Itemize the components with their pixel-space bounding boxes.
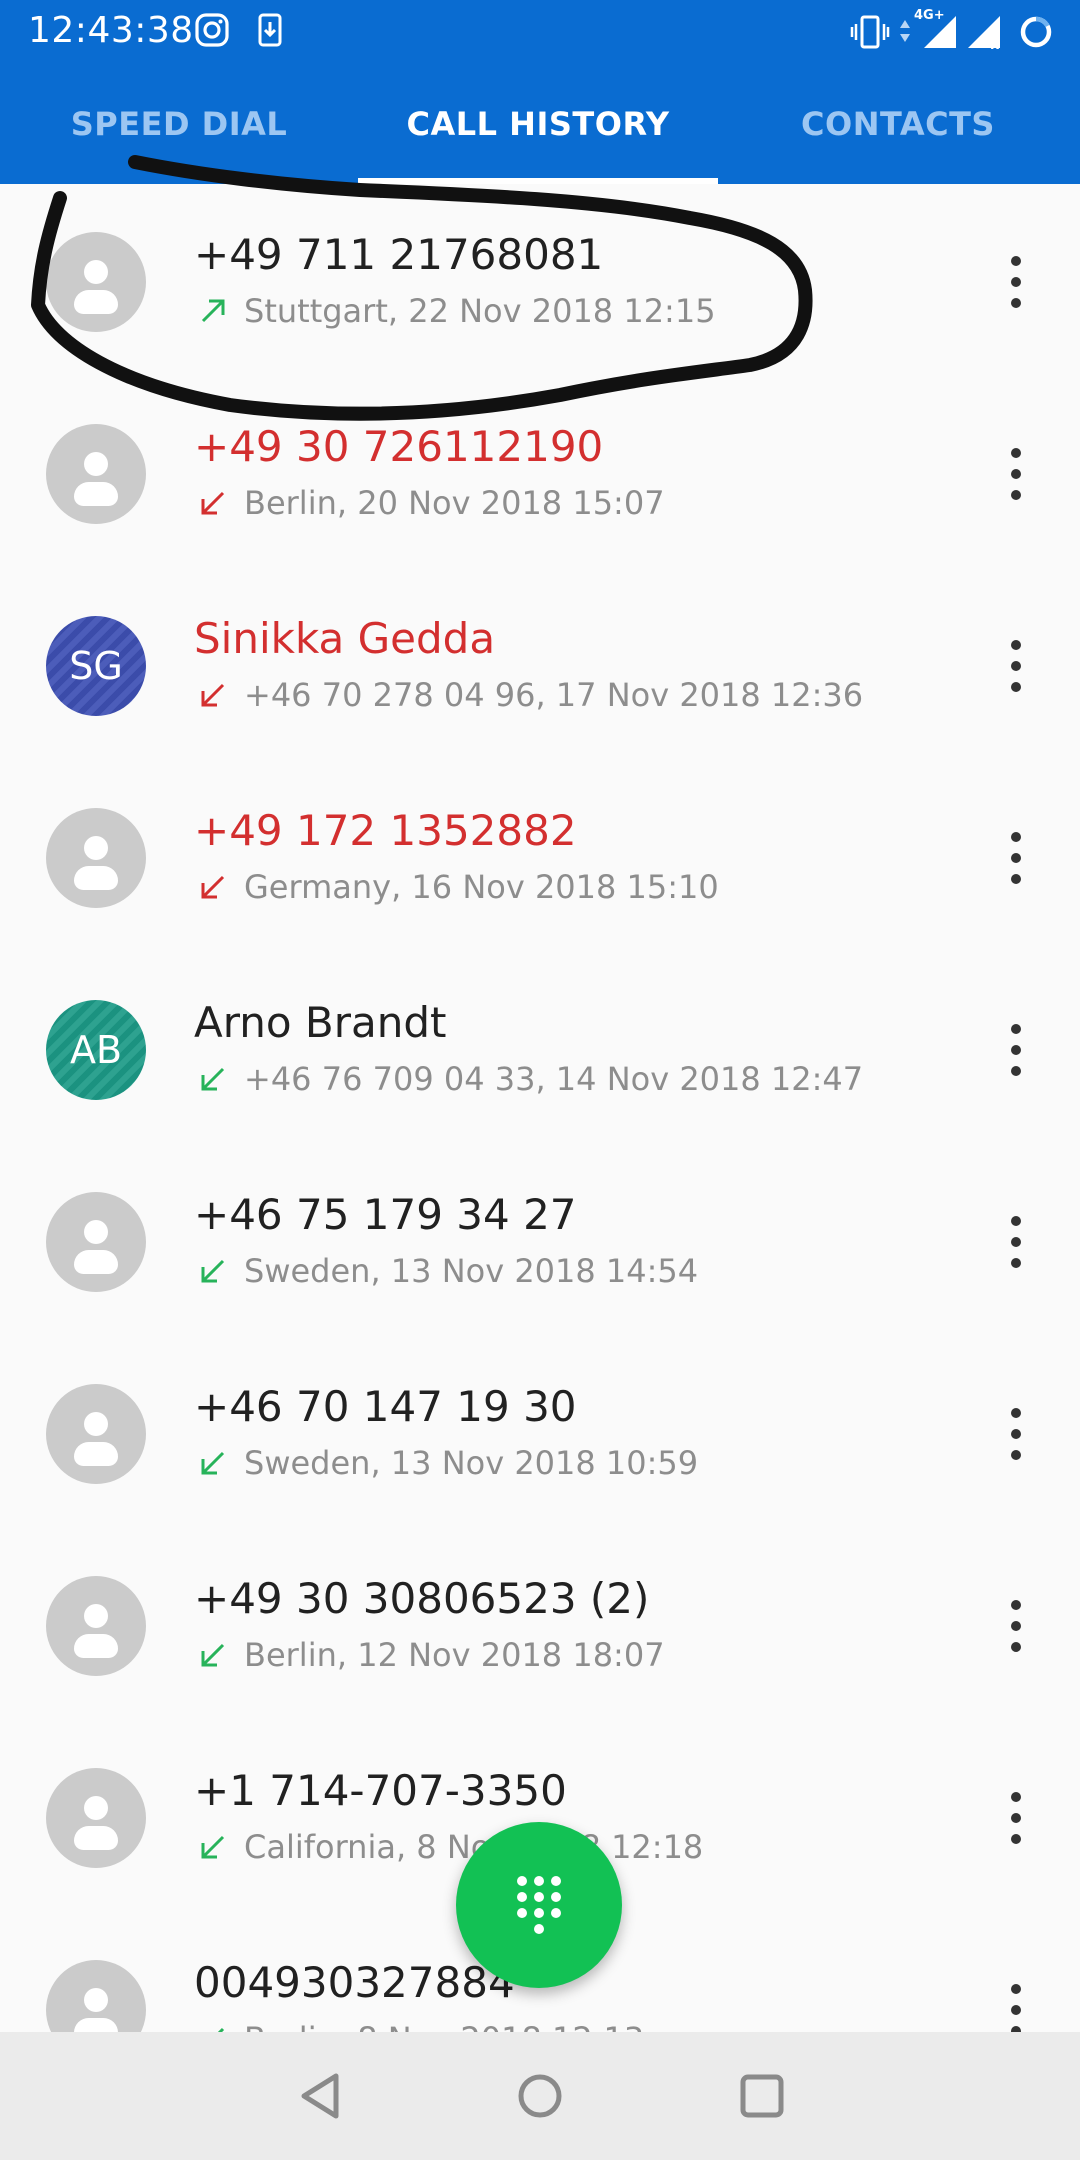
battery-ring-icon xyxy=(1020,16,1052,48)
dialpad-fab-button[interactable] xyxy=(456,1822,622,1988)
signal-icon xyxy=(924,16,956,48)
incoming-call-icon xyxy=(201,1835,225,1859)
incoming-call-icon xyxy=(201,1451,225,1475)
call-detail-text: Stuttgart, 22 Nov 2018 12:15 xyxy=(244,292,716,330)
call-detail: California, 8 Nov 2018 12:18 xyxy=(198,1828,703,1866)
tab-speed-dial[interactable]: SPEED DIAL xyxy=(0,64,358,184)
download-icon xyxy=(258,13,282,47)
call-history-row[interactable]: +49 30 30806523 (2) Berlin, 12 Nov 2018 1… xyxy=(0,1528,1080,1720)
dialpad-icon xyxy=(517,1876,561,1934)
caller-name: +49 711 21768081 xyxy=(194,230,604,279)
status-time: 12:43:38 xyxy=(28,10,194,51)
avatar-initials: AB xyxy=(69,1028,123,1072)
call-detail: +46 76 709 04 33, 14 Nov 2018 12:47 xyxy=(198,1060,863,1098)
more-options-icon[interactable] xyxy=(996,254,1036,310)
call-detail-text: Berlin, 8 Nov 2018 12:13 xyxy=(244,2020,644,2032)
call-history-list: +49 711 21768081 Stuttgart, 22 Nov 2018 1… xyxy=(0,184,1080,2032)
call-detail-text: Berlin, 12 Nov 2018 18:07 xyxy=(244,1636,665,1674)
call-history-row[interactable]: +49 30 726112190 Berlin, 20 Nov 2018 15:0… xyxy=(0,376,1080,568)
call-detail: +46 70 278 04 96, 17 Nov 2018 12:36 xyxy=(198,676,863,714)
call-history-row[interactable]: +49 172 1352882 Germany, 16 Nov 2018 15:1… xyxy=(0,760,1080,952)
call-detail-text: Sweden, 13 Nov 2018 14:54 xyxy=(244,1252,699,1290)
call-detail-text: +46 76 709 04 33, 14 Nov 2018 12:47 xyxy=(244,1060,864,1098)
tab-call-history[interactable]: CALL HISTORY xyxy=(358,64,718,184)
outgoing-call-icon xyxy=(201,299,225,323)
more-options-icon[interactable] xyxy=(996,1214,1036,1270)
status-bar: 12:43:38 4G+ R xyxy=(0,0,1080,64)
more-options-icon[interactable] xyxy=(996,638,1036,694)
contact-avatar[interactable]: SG xyxy=(46,616,146,716)
home-icon xyxy=(518,2074,562,2118)
person-placeholder-icon[interactable] xyxy=(46,1384,146,1484)
call-detail: Berlin, 8 Nov 2018 12:13 xyxy=(198,2020,644,2032)
call-detail-text: Sweden, 13 Nov 2018 10:59 xyxy=(244,1444,699,1482)
data-arrows-icon xyxy=(900,20,910,42)
nav-home-button[interactable] xyxy=(508,2064,572,2128)
person-placeholder-icon[interactable] xyxy=(46,1768,146,1868)
caller-name: +49 172 1352882 xyxy=(194,806,577,855)
more-options-icon[interactable] xyxy=(996,1982,1036,2032)
contact-avatar[interactable]: AB xyxy=(46,1000,146,1100)
incoming-call-icon xyxy=(201,1643,225,1667)
person-placeholder-icon[interactable] xyxy=(46,424,146,524)
person-placeholder-icon[interactable] xyxy=(46,808,146,908)
incoming-call-icon xyxy=(201,1067,225,1091)
person-placeholder-icon[interactable] xyxy=(46,1576,146,1676)
missed-call-icon xyxy=(201,683,225,707)
roaming-label: R xyxy=(990,38,1000,52)
caller-name: Sinikka Gedda xyxy=(194,614,496,663)
person-placeholder-icon[interactable] xyxy=(46,232,146,332)
person-placeholder-icon[interactable] xyxy=(46,1960,146,2032)
call-detail: Stuttgart, 22 Nov 2018 12:15 xyxy=(198,292,716,330)
missed-call-icon xyxy=(201,491,225,515)
call-detail: Berlin, 12 Nov 2018 18:07 xyxy=(198,1636,665,1674)
instagram-icon xyxy=(195,13,229,47)
caller-name: Arno Brandt xyxy=(194,998,447,1047)
system-navigation-bar xyxy=(0,2032,1080,2160)
tab-bar: SPEED DIAL CALL HISTORY CONTACTS xyxy=(0,64,1080,184)
nav-recents-button[interactable] xyxy=(730,2064,794,2128)
avatar-initials: SG xyxy=(69,644,123,688)
call-detail: Sweden, 13 Nov 2018 10:59 xyxy=(198,1444,698,1482)
back-icon xyxy=(301,2073,339,2119)
caller-name: +49 30 726112190 xyxy=(194,422,604,471)
missed-call-icon xyxy=(201,875,225,899)
caller-name: +49 30 30806523 (2) xyxy=(194,1574,650,1623)
call-detail-text: Germany, 16 Nov 2018 15:10 xyxy=(244,868,719,906)
caller-name: 004930327884 xyxy=(194,1958,515,2007)
more-options-icon[interactable] xyxy=(996,1790,1036,1846)
call-detail: Sweden, 13 Nov 2018 14:54 xyxy=(198,1252,698,1290)
call-history-row[interactable]: SG Sinikka Gedda +46 70 278 04 96, 17 Nov … xyxy=(0,568,1080,760)
caller-name: +1 714-707-3350 xyxy=(194,1766,567,1815)
more-options-icon[interactable] xyxy=(996,446,1036,502)
vibrate-icon xyxy=(850,15,890,49)
call-detail-text: Berlin, 20 Nov 2018 15:07 xyxy=(244,484,665,522)
call-detail: Germany, 16 Nov 2018 15:10 xyxy=(198,868,719,906)
more-options-icon[interactable] xyxy=(996,1022,1036,1078)
incoming-call-icon xyxy=(217,2027,225,2032)
more-options-icon[interactable] xyxy=(996,830,1036,886)
call-history-row[interactable]: AB Arno Brandt +46 76 709 04 33, 14 Nov 20… xyxy=(0,952,1080,1144)
incoming-call-icon xyxy=(201,1259,225,1283)
tab-contacts[interactable]: CONTACTS xyxy=(718,64,1078,184)
call-detail: Berlin, 20 Nov 2018 15:07 xyxy=(198,484,665,522)
call-detail-text: +46 70 278 04 96, 17 Nov 2018 12:36 xyxy=(244,676,864,714)
caller-name: +46 75 179 34 27 xyxy=(194,1190,577,1239)
person-placeholder-icon[interactable] xyxy=(46,1192,146,1292)
call-history-row[interactable]: +49 711 21768081 Stuttgart, 22 Nov 2018 1… xyxy=(0,184,1080,376)
call-history-row[interactable]: +46 75 179 34 27 Sweden, 13 Nov 2018 14:5… xyxy=(0,1144,1080,1336)
recents-icon xyxy=(740,2074,784,2118)
more-options-icon[interactable] xyxy=(996,1598,1036,1654)
call-history-row[interactable]: +46 70 147 19 30 Sweden, 13 Nov 2018 10:5… xyxy=(0,1336,1080,1528)
caller-name: +46 70 147 19 30 xyxy=(194,1382,577,1431)
more-options-icon[interactable] xyxy=(996,1406,1036,1462)
phone-screen: 12:43:38 4G+ R SPEED DIAL CALL HISTORY C… xyxy=(0,0,1080,2160)
nav-back-button[interactable] xyxy=(288,2064,352,2128)
